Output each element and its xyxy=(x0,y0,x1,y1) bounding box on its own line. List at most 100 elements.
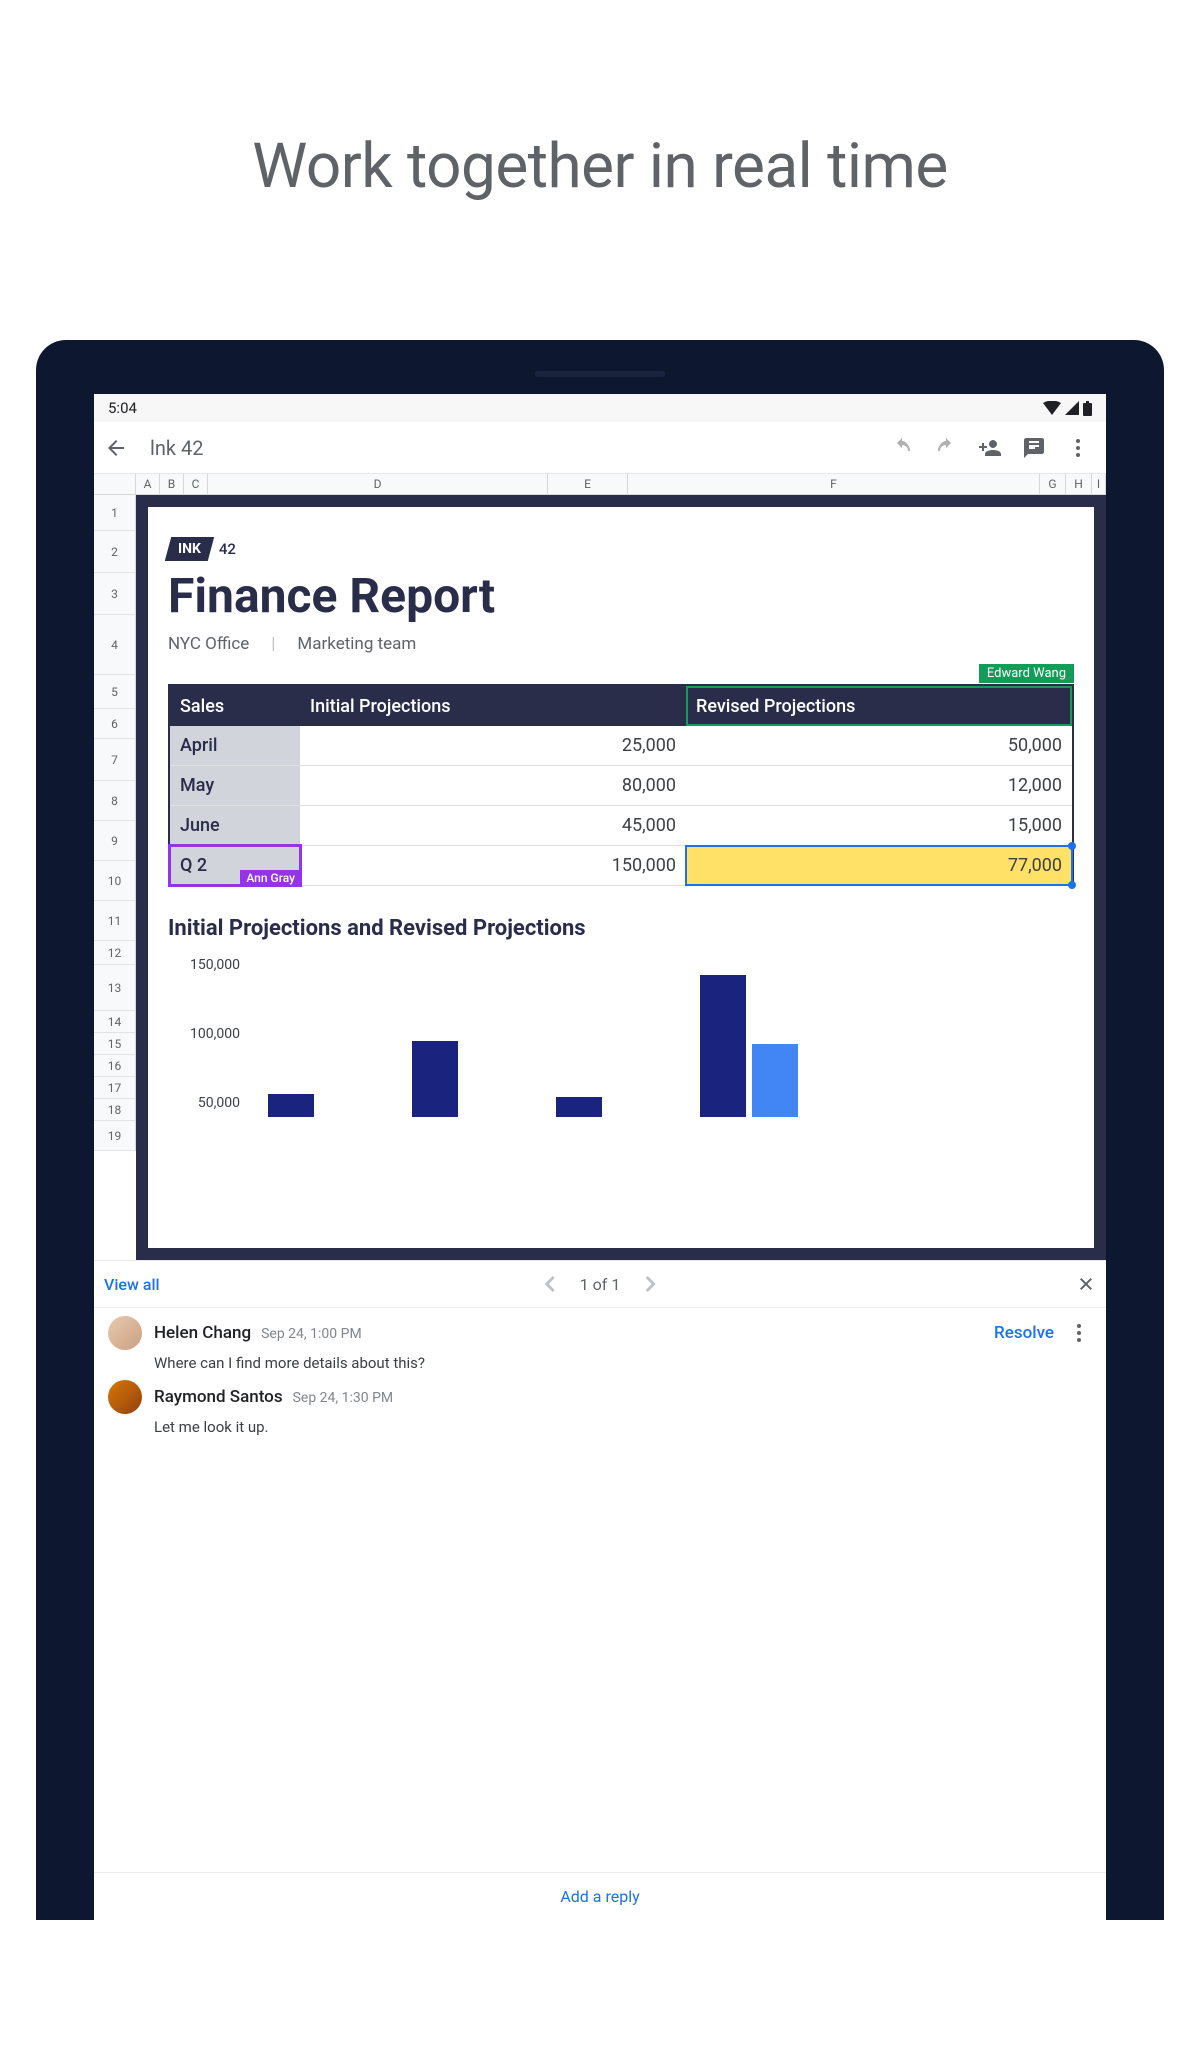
avatar xyxy=(108,1380,142,1414)
column-header[interactable]: F xyxy=(628,474,1040,494)
row-header[interactable]: 2 xyxy=(94,531,135,573)
row-header[interactable]: 19 xyxy=(94,1121,135,1151)
comment-pager: 1 of 1 xyxy=(538,1270,663,1298)
row-header[interactable]: 11 xyxy=(94,901,135,941)
comment-timestamp: Sep 24, 1:30 PM xyxy=(293,1390,394,1406)
comment-author: Helen Chang xyxy=(154,1323,251,1343)
resolve-button[interactable]: Resolve xyxy=(994,1323,1054,1343)
doc-title-bar[interactable]: lnk 42 xyxy=(150,436,882,460)
column-header[interactable]: G xyxy=(1040,474,1066,494)
tablet-frame: 5:04 lnk 42 xyxy=(36,340,1164,1920)
subtitle-divider: | xyxy=(271,634,275,654)
row-label[interactable]: May xyxy=(170,766,300,805)
row-header[interactable]: 5 xyxy=(94,675,135,709)
more-icon[interactable] xyxy=(1066,436,1090,460)
row-header[interactable]: 16 xyxy=(94,1055,135,1077)
column-header[interactable]: I xyxy=(1092,474,1106,494)
q2-label: Q 2 xyxy=(180,855,207,876)
row-header[interactable]: 17 xyxy=(94,1077,135,1099)
bar-group xyxy=(700,975,798,1117)
column-header[interactable]: D xyxy=(208,474,548,494)
row-header[interactable]: 4 xyxy=(94,615,135,675)
chart-bars xyxy=(244,957,1074,1117)
cell-initial[interactable]: 25,000 xyxy=(300,726,686,765)
y-tick: 100,000 xyxy=(168,1026,240,1042)
app-toolbar: lnk 42 xyxy=(94,422,1106,474)
column-headers: A B C D E F G H I xyxy=(94,474,1106,495)
row-header[interactable]: 1 xyxy=(94,495,135,531)
collab-tag-ann: Ann Gray xyxy=(240,870,301,886)
add-reply-button[interactable]: Add a reply xyxy=(94,1872,1106,1920)
close-icon[interactable] xyxy=(1076,1274,1096,1294)
bar-group xyxy=(556,1097,654,1117)
hero-headline: Work together in real time xyxy=(0,130,1200,203)
tablet-screen: 5:04 lnk 42 xyxy=(94,394,1106,1920)
y-tick: 50,000 xyxy=(168,1095,240,1111)
comment-thread: Helen Chang Sep 24, 1:00 PM Resolve Wher… xyxy=(94,1307,1106,1452)
comment-navbar: View all 1 of 1 xyxy=(94,1261,1106,1307)
column-header[interactable]: E xyxy=(548,474,628,494)
bar-group xyxy=(268,1070,366,1117)
battery-icon xyxy=(1083,401,1092,416)
row-header[interactable]: 10 xyxy=(94,861,135,901)
cell-revised[interactable]: 50,000 xyxy=(686,726,1072,765)
logo-number: 42 xyxy=(219,540,236,558)
chevron-left-icon[interactable] xyxy=(538,1270,560,1298)
spreadsheet-area: A B C D E F G H I 1 2 3 4 5 6 7 8 9 10 xyxy=(94,474,1106,1260)
cell-initial[interactable]: 150,000 xyxy=(300,846,686,885)
row-header[interactable]: 14 xyxy=(94,1011,135,1033)
comments-panel: View all 1 of 1 xyxy=(94,1260,1106,1920)
wifi-icon xyxy=(1043,401,1061,415)
column-header[interactable]: H xyxy=(1066,474,1092,494)
row-header[interactable]: 18 xyxy=(94,1099,135,1121)
row-label[interactable]: April xyxy=(170,726,300,765)
redo-icon[interactable] xyxy=(934,436,958,460)
undo-icon[interactable] xyxy=(890,436,914,460)
row-header[interactable]: 3 xyxy=(94,573,135,615)
bar-group xyxy=(412,1041,510,1117)
table-row: Q 2 Ann Gray 150,000 77,000 xyxy=(170,846,1072,886)
header-revised[interactable]: Revised Projections xyxy=(686,686,1072,726)
row-header[interactable]: 15 xyxy=(94,1033,135,1055)
row-label[interactable]: June xyxy=(170,806,300,845)
status-bar: 5:04 xyxy=(94,394,1106,422)
row-header[interactable]: 8 xyxy=(94,781,135,821)
row-header[interactable]: 13 xyxy=(94,965,135,1011)
table-row: May 80,000 12,000 xyxy=(170,766,1072,806)
column-header[interactable]: C xyxy=(184,474,208,494)
back-icon[interactable] xyxy=(104,436,128,460)
row-header[interactable]: 9 xyxy=(94,821,135,861)
subtitle-team: Marketing team xyxy=(297,634,416,654)
comment-more-icon[interactable] xyxy=(1066,1322,1092,1344)
column-header[interactable]: A xyxy=(136,474,160,494)
selected-cell[interactable]: 77,000 xyxy=(686,846,1072,885)
row-headers: 1 2 3 4 5 6 7 8 9 10 11 12 13 14 15 16 1… xyxy=(94,495,136,1151)
report-document: INK 42 Finance Report NYC Office | Marke… xyxy=(148,507,1094,1248)
pager-label: 1 of 1 xyxy=(580,1275,621,1294)
collab-tag-edward: Edward Wang xyxy=(979,664,1074,683)
comment-timestamp: Sep 24, 1:00 PM xyxy=(261,1326,362,1342)
add-person-icon[interactable] xyxy=(978,436,1002,460)
cell-revised[interactable]: 12,000 xyxy=(686,766,1072,805)
row-label-q2[interactable]: Q 2 Ann Gray xyxy=(170,846,300,885)
chart-y-axis: 150,000 100,000 50,000 xyxy=(168,957,240,1117)
subtitle-office: NYC Office xyxy=(168,634,249,654)
bar-initial xyxy=(700,975,746,1117)
chevron-right-icon[interactable] xyxy=(640,1270,662,1298)
cell-revised[interactable]: 15,000 xyxy=(686,806,1072,845)
header-initial: Initial Projections xyxy=(300,686,686,726)
column-header[interactable]: B xyxy=(160,474,184,494)
sheet-canvas[interactable]: INK 42 Finance Report NYC Office | Marke… xyxy=(136,495,1106,1260)
row-header[interactable]: 12 xyxy=(94,941,135,965)
bar-initial xyxy=(556,1097,602,1117)
comment-icon[interactable] xyxy=(1022,436,1046,460)
cell-initial[interactable]: 80,000 xyxy=(300,766,686,805)
view-all-link[interactable]: View all xyxy=(104,1275,160,1294)
cell-initial[interactable]: 45,000 xyxy=(300,806,686,845)
y-tick: 150,000 xyxy=(168,957,240,973)
row-header[interactable]: 6 xyxy=(94,709,135,739)
logo-row: INK 42 xyxy=(168,537,1074,561)
row-header[interactable]: 7 xyxy=(94,739,135,781)
table-row: June 45,000 15,000 xyxy=(170,806,1072,846)
sales-table: Edward Wang Sales Initial Projections Re… xyxy=(168,684,1074,886)
